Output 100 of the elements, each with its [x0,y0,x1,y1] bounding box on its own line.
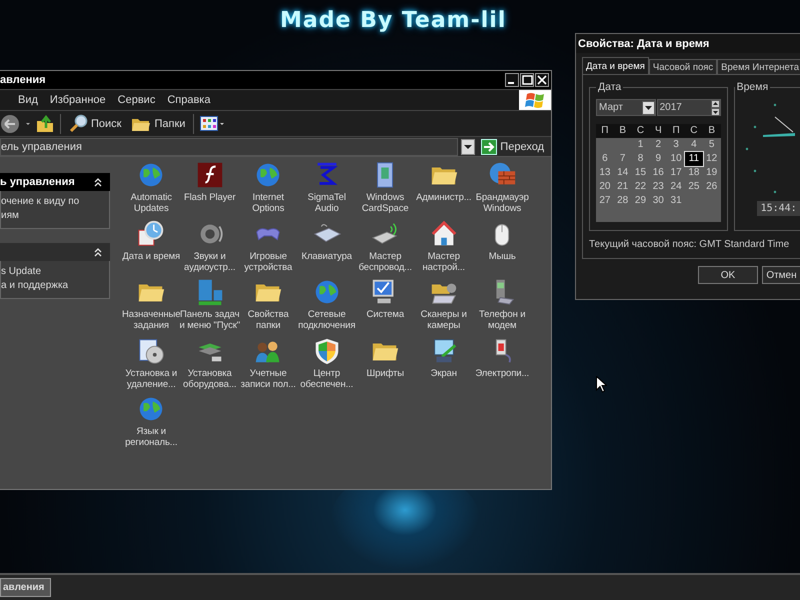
calendar-day[interactable]: 6 [596,152,614,166]
calendar-day[interactable]: 24 [667,180,685,194]
control-panel-item[interactable]: Мастер беспровод... [356,218,414,277]
menu-item[interactable]: Вид [12,94,44,106]
calendar-day[interactable]: 28 [614,194,632,208]
folder-up-icon[interactable] [36,114,54,132]
calendar-day[interactable]: 30 [649,194,668,208]
calendar-day[interactable]: 13 [596,166,614,180]
close-button[interactable] [535,73,549,87]
control-panel-item[interactable]: Панель задач и меню "Пуск" [180,277,239,336]
address-field[interactable]: ель управления [0,138,458,156]
maximize-button[interactable] [520,73,534,87]
dialog-button[interactable]: Отмен [762,266,800,284]
view-grid-icon[interactable] [200,115,224,132]
control-panel-item[interactable]: Учетные записи пол... [239,336,298,394]
calendar-day[interactable]: 20 [596,180,614,194]
weekday-label: В [707,124,716,138]
control-panel-item[interactable]: Звуки и аудиоустр... [180,218,239,277]
dialog-button[interactable]: OK [698,266,758,284]
folders-button[interactable]: Папки [129,114,188,132]
control-panel-item[interactable]: Игровые устройства [239,218,298,277]
weekday-label: С [636,124,646,138]
pane-link[interactable]: s Update [1,266,42,278]
tab[interactable]: Часовой пояс [648,59,718,74]
month-dropdown[interactable]: Март [596,99,656,116]
spin-arrows-icon [710,100,720,116]
control-panel-item[interactable]: Система [356,277,414,336]
minimize-button[interactable] [505,73,519,87]
weekday-label: Ч [654,124,663,138]
go-button[interactable]: Переход [478,138,547,154]
tab[interactable]: Время Интернета [717,59,800,74]
tab[interactable]: Дата и время [582,57,649,74]
calendar-day[interactable]: 8 [632,152,650,166]
time-field[interactable]: 15:44: [756,201,800,216]
calendar-day[interactable]: 11 [684,152,703,166]
control-panel-item[interactable]: Internet Options [239,160,298,218]
wallpaper-caption: Made By Team-lil [280,8,506,33]
control-panel-item[interactable]: Администр... [414,160,473,218]
calendar-day[interactable]: 19 [702,166,721,180]
taskbar-button[interactable]: авления [0,578,52,597]
control-panel-item[interactable]: Мышь [473,218,532,277]
dropdown-button[interactable] [461,138,476,154]
search-button[interactable]: Поиск [67,114,124,133]
calendar-day[interactable]: 23 [649,180,668,194]
control-panel-item[interactable]: Установка оборудова... [180,336,239,394]
pane-link[interactable]: иям [1,210,19,222]
calendar-day[interactable]: 31 [667,194,685,208]
year-spinner[interactable]: 2017 [656,99,721,116]
calendar-day[interactable]: 12 [702,152,721,166]
control-panel-item[interactable]: Электропи... [473,336,532,394]
calendar-day[interactable]: 29 [632,194,650,208]
calendar-day[interactable]: 26 [702,180,721,194]
control-panel-item[interactable]: Клавиатура [298,218,356,277]
menu-item[interactable]: Справка [161,94,216,106]
weekday-label: П [671,124,681,138]
pane-header[interactable]: ь управления [0,173,110,191]
pane-link[interactable]: а и поддержка [1,280,68,292]
calendar-day[interactable]: 2 [649,138,668,152]
weekday-label: С [689,124,698,138]
control-panel-item[interactable]: Брандмауэр Windows [473,160,532,218]
calendar-day[interactable]: 15 [632,166,650,180]
calendar-day[interactable]: 1 [632,138,650,152]
magnifier-icon [69,114,88,133]
menu-item[interactable]: Избранное [44,94,112,106]
calendar-day[interactable]: 27 [596,194,614,208]
control-panel-item[interactable]: Flash Player [180,160,239,218]
control-panel-item[interactable]: Экран [414,336,473,394]
control-panel-item[interactable]: Сетевые подключения [298,277,356,336]
calendar-day[interactable]: 16 [649,166,668,180]
calendar-day[interactable]: 3 [667,138,685,152]
control-panel-item[interactable]: Свойства папки [239,277,298,336]
control-panel-item[interactable]: Мастер настрой... [414,218,473,277]
window-title: Свойства: Дата и время [578,38,710,50]
control-panel-item[interactable]: Дата и время [122,218,180,277]
calendar-day[interactable]: 4 [684,138,703,152]
calendar-day[interactable]: 18 [684,166,703,180]
control-panel-item[interactable]: Шрифты [356,336,414,394]
mouse-pointer-icon [596,376,607,393]
control-panel-item[interactable]: Windows CardSpace [356,160,414,218]
group-title: Дата [597,81,622,93]
calendar-day[interactable]: 5 [702,138,721,152]
calendar-day[interactable]: 7 [614,152,632,166]
calendar-day[interactable]: 9 [649,152,668,166]
control-panel-item[interactable]: Язык и региональ... [122,394,180,452]
pane-link[interactable]: очение к виду по [1,196,80,208]
calendar-day[interactable]: 21 [614,180,632,194]
menu-item[interactable]: Сервис [112,94,162,106]
control-panel-item[interactable]: Назначенные задания [122,277,180,336]
control-panel-item[interactable]: Установка и удаление... [122,336,180,394]
calendar-day[interactable]: 25 [684,180,703,194]
calendar-day[interactable]: 14 [614,166,632,180]
control-panel-item[interactable]: Телефон и модем [473,277,532,336]
control-panel-item[interactable]: Automatic Updates [122,160,180,218]
calendar-day[interactable]: 10 [667,152,685,166]
control-panel-item[interactable]: Сканеры и камеры [414,277,473,336]
control-panel-item[interactable]: SigmaTel Audio [298,160,356,218]
calendar-day[interactable]: 22 [632,180,650,194]
calendar-day[interactable]: 17 [667,166,685,180]
control-panel-item[interactable]: Центр обеспечен... [298,336,356,394]
dropdown-arrow-icon[interactable] [26,122,30,124]
